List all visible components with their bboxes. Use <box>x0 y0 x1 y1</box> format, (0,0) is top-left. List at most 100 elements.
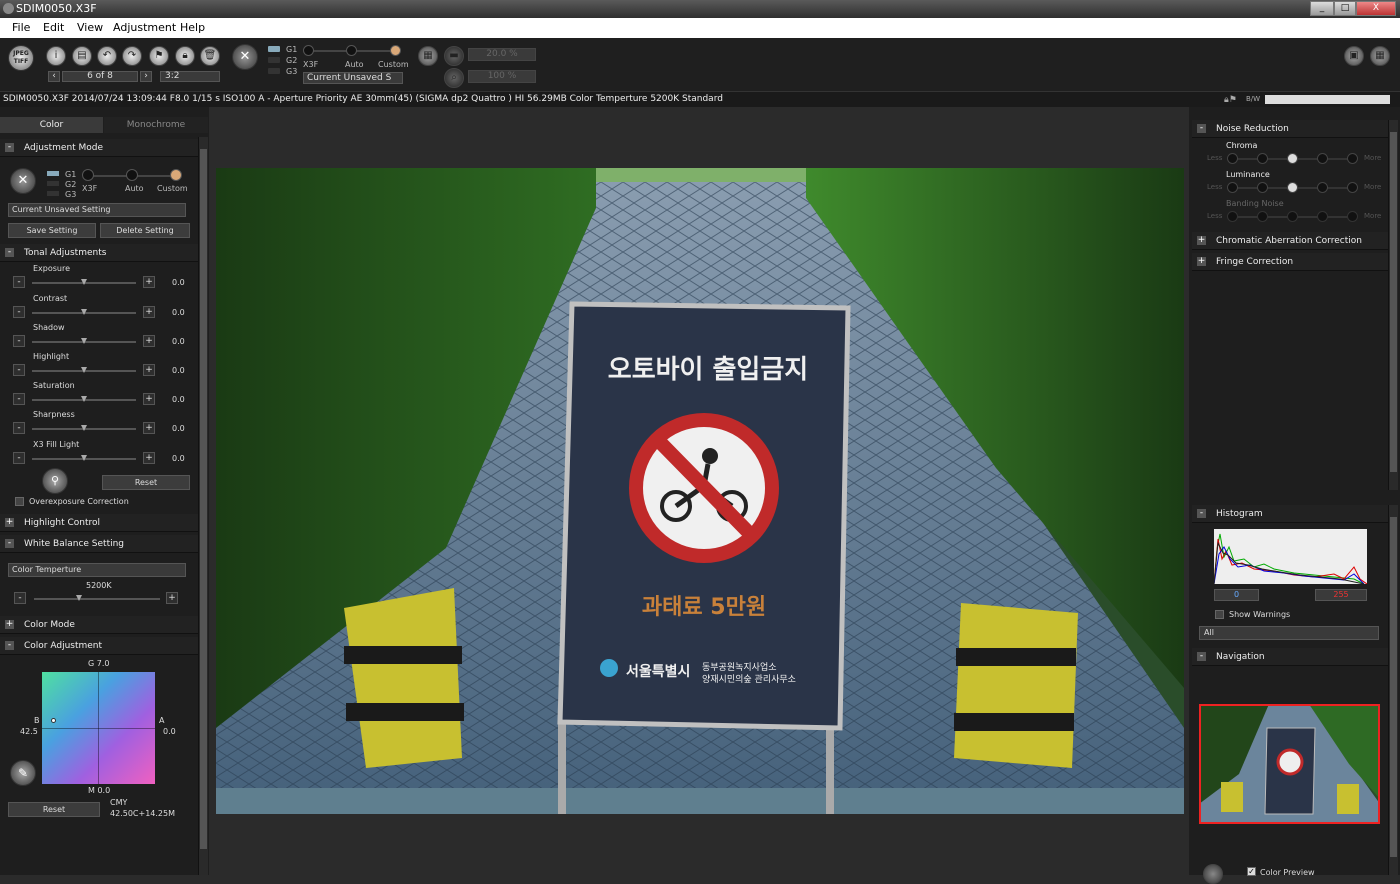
color-grid[interactable] <box>42 672 155 784</box>
tab-color[interactable]: Color <box>0 117 103 133</box>
grid-view-icon[interactable]: ▦ <box>1370 46 1390 66</box>
luminance-level-1-dot[interactable] <box>1227 182 1238 193</box>
aspect-select[interactable]: 3:2 <box>160 71 220 82</box>
chroma-level-2-dot[interactable] <box>1257 153 1268 164</box>
navigation-thumbnail[interactable] <box>1199 704 1380 824</box>
section-highlight-control[interactable]: + Highlight Control <box>0 514 198 532</box>
contrast-plus-button[interactable]: + <box>143 306 155 318</box>
g1-indicator[interactable] <box>47 171 59 176</box>
rotate-right-icon[interactable]: ↷ <box>122 46 142 66</box>
group-g3-indicator[interactable] <box>268 68 280 74</box>
banding-level-2-dot[interactable] <box>1257 211 1268 222</box>
flag-icon[interactable]: ⚑ <box>149 46 169 66</box>
shadow-plus-button[interactable]: + <box>143 335 155 347</box>
exposure-minus-button[interactable]: - <box>13 276 25 288</box>
mode-custom-dot[interactable] <box>390 45 401 56</box>
saturation-plus-button[interactable]: + <box>143 393 155 405</box>
photo[interactable]: 오토바이 출입금지 과태료 5만원 서울특별시 동부공원녹지사업소 양재시민의숲… <box>216 168 1184 814</box>
right-bottom-scrollbar[interactable] <box>1388 505 1398 875</box>
saturation-minus-button[interactable]: - <box>13 393 25 405</box>
section-tonal-adjustments[interactable]: - Tonal Adjustments <box>0 244 198 262</box>
g3-indicator[interactable] <box>47 191 59 196</box>
current-setting-select[interactable]: Current Unsaved Setting <box>8 203 186 217</box>
highlight-minus-button[interactable]: - <box>13 364 25 376</box>
chroma-level-1-dot[interactable] <box>1227 153 1238 164</box>
section-white-balance[interactable]: - White Balance Setting <box>0 535 198 553</box>
info-icon[interactable]: i <box>46 46 66 66</box>
mode-x3f-dot[interactable] <box>303 45 314 56</box>
contrast-thumb[interactable] <box>81 309 87 315</box>
banding-level-4-dot[interactable] <box>1317 211 1328 222</box>
chroma-level-5-dot[interactable] <box>1347 153 1358 164</box>
histogram-high-value[interactable]: 255 <box>1315 589 1367 601</box>
prev-image-button[interactable]: ‹ <box>48 71 60 82</box>
setting-select[interactable]: Current Unsaved S <box>303 72 403 84</box>
sharpness-thumb[interactable] <box>81 425 87 431</box>
mode-custom-dot[interactable] <box>170 169 182 181</box>
exposure-plus-button[interactable]: + <box>143 276 155 288</box>
eyedropper-icon[interactable]: ⚲ <box>42 468 68 494</box>
group-g2-indicator[interactable] <box>268 57 280 63</box>
banding-level-3-dot[interactable] <box>1287 211 1298 222</box>
mode-x3f-dot[interactable] <box>82 169 94 181</box>
tonal-reset-button[interactable]: Reset <box>102 475 190 490</box>
wb-thumb[interactable] <box>76 595 82 601</box>
histogram-channel-select[interactable]: All <box>1199 626 1379 640</box>
highlight-plus-button[interactable]: + <box>143 364 155 376</box>
section-adjustment-mode[interactable]: - Adjustment Mode <box>0 139 198 157</box>
menu-edit[interactable]: Edit <box>43 21 64 34</box>
wb-track[interactable] <box>34 598 160 600</box>
overexposure-checkbox[interactable] <box>15 497 24 506</box>
chroma-level-4-dot[interactable] <box>1317 153 1328 164</box>
close-button[interactable]: X <box>1356 1 1396 16</box>
saturation-thumb[interactable] <box>81 396 87 402</box>
minimize-button[interactable]: _ <box>1310 1 1334 16</box>
menu-help[interactable]: Help <box>180 21 205 34</box>
color-reset-button[interactable]: Reset <box>8 802 100 817</box>
x3f-mode-button[interactable]: ✕ <box>10 168 36 194</box>
save-setting-button[interactable]: Save Setting <box>8 223 96 238</box>
section-color-mode[interactable]: + Color Mode <box>0 616 198 634</box>
luminance-level-3-dot[interactable] <box>1287 182 1298 193</box>
sharpness-plus-button[interactable]: + <box>143 422 155 434</box>
luminance-level-5-dot[interactable] <box>1347 182 1358 193</box>
banding-level-5-dot[interactable] <box>1347 211 1358 222</box>
banding-level-1-dot[interactable] <box>1227 211 1238 222</box>
mode-auto-dot[interactable] <box>126 169 138 181</box>
x3-fill-light-thumb[interactable] <box>81 455 87 461</box>
preview-icon[interactable] <box>1203 864 1223 884</box>
trash-icon[interactable]: 🗑︎ <box>200 46 220 66</box>
print-icon[interactable]: ▤ <box>72 46 92 66</box>
lock-icon[interactable]: 🔒︎ <box>175 46 195 66</box>
maximize-button[interactable]: □ <box>1334 1 1356 16</box>
section-navigation[interactable]: - Navigation <box>1192 648 1388 666</box>
contrast-minus-button[interactable]: - <box>13 306 25 318</box>
highlight-thumb[interactable] <box>81 367 87 373</box>
luminance-level-2-dot[interactable] <box>1257 182 1268 193</box>
sharpness-minus-button[interactable]: - <box>13 422 25 434</box>
histogram-low-value[interactable]: 0 <box>1214 589 1259 601</box>
section-color-adjustment[interactable]: - Color Adjustment <box>0 637 198 655</box>
wb-minus-button[interactable]: - <box>14 592 26 604</box>
x3-fill-light-plus-button[interactable]: + <box>143 452 155 464</box>
color-eyedropper-icon[interactable]: ✎ <box>10 760 36 786</box>
section-fringe-correction[interactable]: + Fringe Correction <box>1192 253 1388 271</box>
chroma-level-3-dot[interactable] <box>1287 153 1298 164</box>
fit-icon[interactable]: ▦ <box>418 46 438 66</box>
section-chromatic-aberration[interactable]: + Chromatic Aberration Correction <box>1192 232 1388 250</box>
tab-monochrome[interactable]: Monochrome <box>104 117 208 133</box>
rotate-left-icon[interactable]: ↶ <box>97 46 117 66</box>
menu-view[interactable]: View <box>77 21 103 34</box>
right-top-scrollbar[interactable] <box>1388 120 1398 490</box>
left-scrollbar[interactable] <box>198 137 208 875</box>
menu-adjustment[interactable]: Adjustment <box>113 21 176 34</box>
zoom-percent-2[interactable]: 100 % <box>468 70 536 83</box>
luminance-level-4-dot[interactable] <box>1317 182 1328 193</box>
mode-auto-dot[interactable] <box>346 45 357 56</box>
next-image-button[interactable]: › <box>140 71 152 82</box>
menu-file[interactable]: File <box>12 21 30 34</box>
section-noise-reduction[interactable]: - Noise Reduction <box>1192 120 1388 138</box>
zoom-actual-icon[interactable]: ⌕ <box>444 68 464 88</box>
color-picker-handle[interactable] <box>51 718 56 723</box>
zoom-icon[interactable]: ▬ <box>444 46 464 66</box>
